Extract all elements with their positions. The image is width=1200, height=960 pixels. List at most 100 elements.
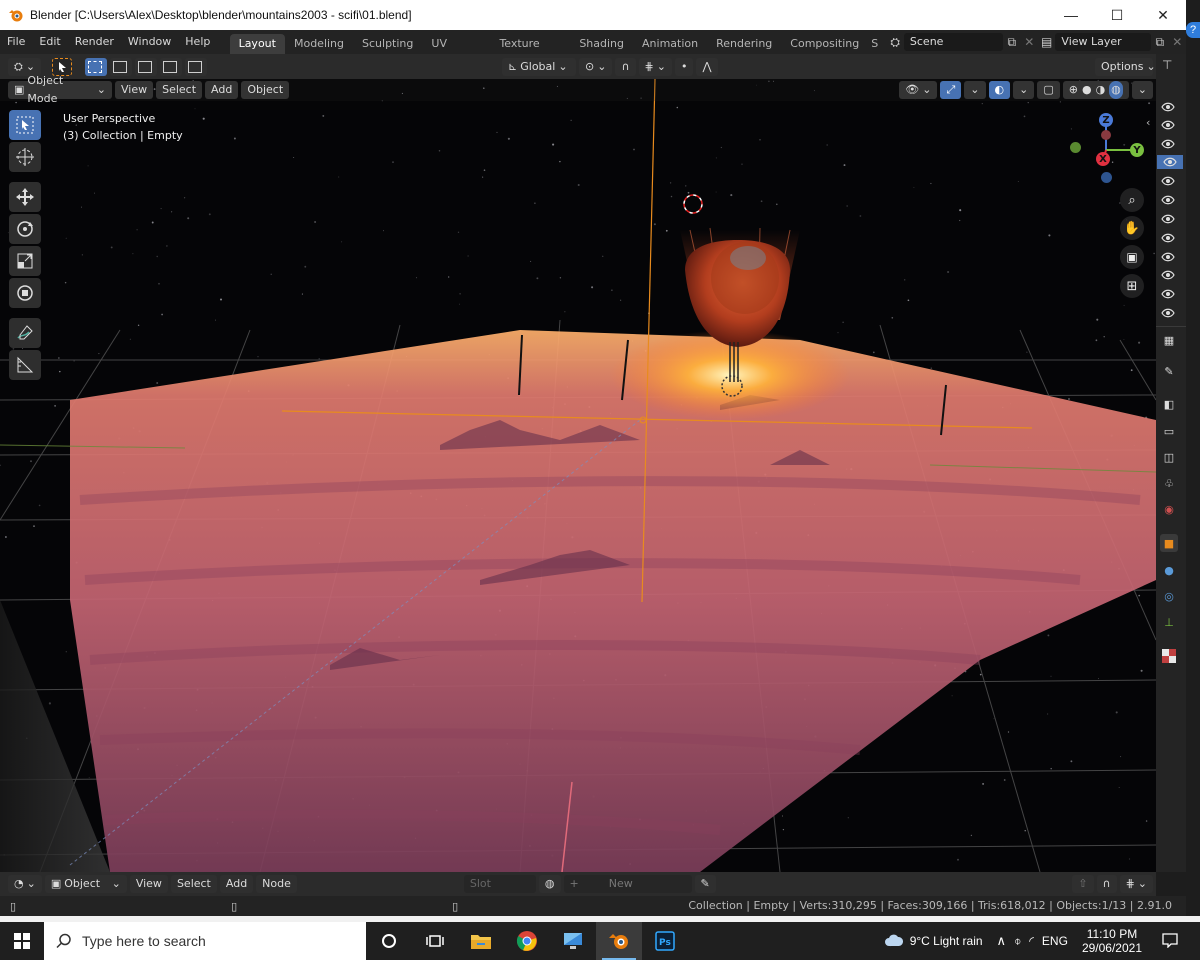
- scene-copy-icon[interactable]: ⧉: [1003, 33, 1020, 51]
- outliner-type-icon[interactable]: ⊤: [1162, 58, 1172, 72]
- bottom-menu-select[interactable]: Select: [170, 875, 217, 893]
- bottom-menu-view[interactable]: View: [129, 875, 168, 893]
- language-indicator[interactable]: ENG: [1042, 934, 1068, 948]
- bottom-menu-node[interactable]: Node: [256, 875, 297, 893]
- sidebar-expand-icon[interactable]: ‹: [1146, 116, 1150, 129]
- wireframe-shading-icon[interactable]: ⊕: [1069, 81, 1078, 99]
- battery-icon[interactable]: ⌽: [1014, 934, 1021, 949]
- options-dropdown[interactable]: Options ⌄: [1095, 57, 1156, 76]
- camera-view-button[interactable]: ▣: [1120, 245, 1144, 269]
- scale-tool[interactable]: [9, 246, 41, 276]
- transform-tool[interactable]: [9, 278, 41, 308]
- select-invert-button[interactable]: [160, 57, 183, 76]
- visibility-eye-icon[interactable]: [1160, 268, 1176, 282]
- move-tool[interactable]: [9, 182, 41, 212]
- material-shading-icon[interactable]: ◑: [1096, 81, 1106, 99]
- visibility-eye-icon[interactable]: [1160, 193, 1176, 207]
- shader-object-dropdown[interactable]: ▣ Object ⌄: [44, 875, 127, 893]
- weather-widget[interactable]: 9°C Light rain: [910, 934, 983, 948]
- view-layer-properties-icon[interactable]: ◫: [1160, 448, 1178, 466]
- close-button[interactable]: ✕: [1140, 0, 1186, 30]
- new-material-button[interactable]: + New: [563, 875, 692, 893]
- select-subtract-button[interactable]: [135, 57, 158, 76]
- proportional-edit-toggle[interactable]: •: [674, 57, 694, 76]
- pivot-point-dropdown[interactable]: ⊙ ⌄: [579, 57, 613, 76]
- overlays-toggle[interactable]: ◐: [988, 81, 1011, 99]
- bottom-menu-add[interactable]: Add: [219, 875, 254, 893]
- solid-shading-icon[interactable]: ●: [1082, 81, 1092, 99]
- cursor-tool[interactable]: [9, 142, 41, 172]
- annotate-tool[interactable]: [9, 318, 41, 348]
- menu-view[interactable]: View: [115, 81, 154, 99]
- menu-render[interactable]: Render: [68, 30, 121, 54]
- 3d-viewport[interactable]: [0, 79, 1156, 872]
- snap-mode-dropdown[interactable]: ⋕ ⌄: [1119, 875, 1153, 893]
- menu-object[interactable]: Object: [241, 81, 290, 99]
- world-properties-icon[interactable]: ◉: [1160, 500, 1178, 518]
- transform-orientation-dropdown[interactable]: ⊾ Global ⌄: [502, 57, 577, 76]
- start-button[interactable]: [0, 922, 44, 960]
- photoshop-app[interactable]: Ps: [642, 922, 688, 960]
- view-layer-copy-icon[interactable]: ⧉: [1151, 33, 1168, 51]
- view-layer-field[interactable]: View Layer: [1055, 33, 1152, 51]
- scene-remove-icon[interactable]: ✕: [1021, 33, 1038, 51]
- gizmo-dropdown[interactable]: ⌄: [964, 81, 986, 99]
- constraint-properties-icon[interactable]: ⊥: [1160, 613, 1178, 631]
- properties-type-icon[interactable]: ▦: [1160, 331, 1178, 349]
- scene-browse-icon[interactable]: ⛭: [886, 33, 903, 51]
- parent-node-icon[interactable]: ⇧: [1072, 875, 1094, 893]
- tab-sculpting[interactable]: Sculpting: [353, 34, 422, 54]
- visibility-eye-icon[interactable]: [1160, 137, 1176, 151]
- menu-window[interactable]: Window: [121, 30, 178, 54]
- output-properties-icon[interactable]: ▭: [1160, 422, 1178, 440]
- gizmo-x-axis[interactable]: X: [1096, 152, 1110, 166]
- gizmo-neg-z[interactable]: [1101, 172, 1112, 183]
- taskbar-search-box[interactable]: Type here to search: [44, 922, 366, 960]
- menu-file[interactable]: File: [0, 30, 32, 54]
- physics-properties-icon[interactable]: ◎: [1160, 587, 1178, 605]
- visibility-eye-icon[interactable]: [1160, 231, 1176, 245]
- editor-type-dropdown[interactable]: ◔ ⌄: [8, 875, 42, 893]
- gizmo-neg-y[interactable]: [1070, 142, 1081, 153]
- overlays-dropdown[interactable]: ⌄: [1013, 81, 1035, 99]
- gizmo-neg-x[interactable]: [1101, 130, 1111, 140]
- pan-button[interactable]: ✋: [1120, 216, 1144, 240]
- tab-scripting[interactable]: S: [868, 34, 881, 54]
- xray-toggle[interactable]: ▢: [1037, 81, 1060, 99]
- visibility-eye-icon[interactable]: [1160, 306, 1176, 320]
- scene-name-field[interactable]: Scene: [903, 33, 1004, 51]
- visibility-eye-icon[interactable]: [1160, 250, 1176, 264]
- view-layer-browse-icon[interactable]: ▤: [1038, 33, 1055, 51]
- visibility-eye-icon[interactable]: [1160, 287, 1176, 301]
- visibility-eye-icon[interactable]: [1160, 100, 1176, 114]
- falloff-dropdown[interactable]: ⋀: [696, 57, 718, 76]
- tab-uv-editing[interactable]: UV Editing: [422, 34, 490, 70]
- tab-modeling[interactable]: Modeling: [285, 34, 353, 54]
- visibility-eye-icon[interactable]: [1160, 118, 1176, 132]
- view-layer-remove-icon[interactable]: ✕: [1169, 33, 1186, 51]
- measure-tool[interactable]: [9, 350, 41, 380]
- scene-properties-icon[interactable]: ♧: [1160, 474, 1178, 492]
- blender-taskbar-app[interactable]: [596, 922, 642, 960]
- remote-desktop-app[interactable]: [550, 922, 596, 960]
- menu-edit[interactable]: Edit: [32, 30, 67, 54]
- snap-toggle[interactable]: ∩: [615, 57, 636, 76]
- tab-rendering[interactable]: Rendering: [707, 34, 781, 54]
- menu-select[interactable]: Select: [156, 81, 203, 99]
- navigation-gizmo[interactable]: Z Y X: [1062, 108, 1152, 188]
- gizmo-z-axis[interactable]: Z: [1099, 113, 1113, 127]
- modifier-properties-icon[interactable]: ●: [1160, 561, 1178, 579]
- clock[interactable]: 11:10 PM 29/06/2021: [1082, 927, 1142, 955]
- gizmo-toggle[interactable]: ⤢: [940, 81, 962, 99]
- tab-shading[interactable]: Shading: [570, 34, 633, 54]
- chrome-app[interactable]: [504, 922, 550, 960]
- zoom-button[interactable]: ⌕: [1120, 188, 1144, 212]
- tray-chevron-icon[interactable]: ∧: [997, 933, 1007, 949]
- tool-properties-icon[interactable]: ✎: [1160, 362, 1178, 380]
- menu-help[interactable]: Help: [178, 30, 217, 54]
- snap-icon[interactable]: ∩: [1096, 875, 1117, 893]
- tab-animation[interactable]: Animation: [633, 34, 707, 54]
- tab-compositing[interactable]: Compositing: [781, 34, 868, 54]
- gizmo-y-axis[interactable]: Y: [1130, 143, 1144, 157]
- minimize-button[interactable]: —: [1048, 0, 1094, 30]
